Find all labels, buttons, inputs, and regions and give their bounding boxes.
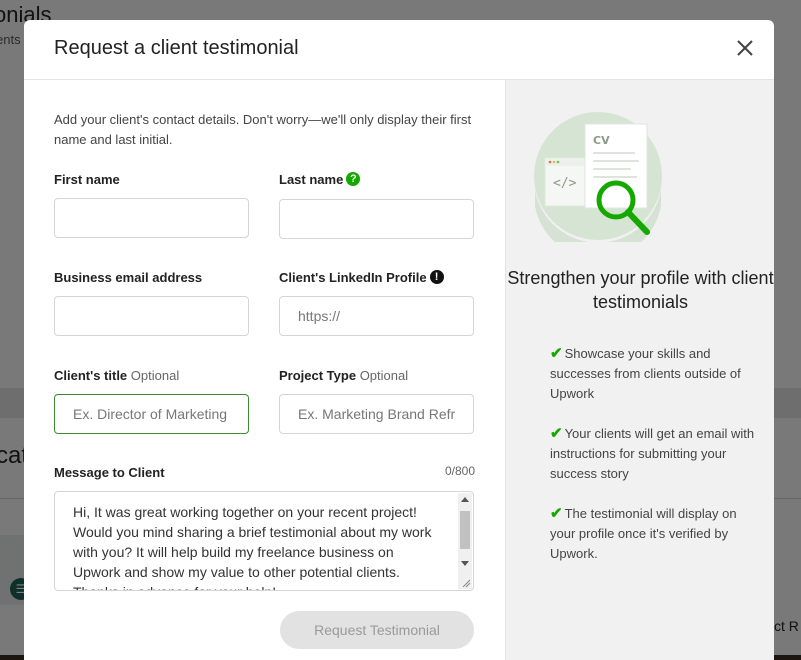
email-label-text: Business email address [54, 270, 203, 285]
linkedin-label-text: Client's LinkedIn Profile [279, 270, 427, 285]
scroll-down-arrow-icon[interactable] [461, 561, 469, 566]
last-name-input[interactable] [279, 199, 474, 239]
client-title-input[interactable] [54, 394, 249, 434]
message-scrollbar[interactable] [458, 493, 472, 589]
info-icon[interactable]: ! [429, 270, 444, 284]
svg-text:</>: </> [553, 176, 577, 191]
side-heading: Strengthen your profile with client test… [507, 268, 774, 312]
checkmark-icon: ✔ [550, 425, 563, 442]
first-name-label-text: First name [54, 172, 120, 187]
last-name-label-text: Last name [279, 172, 344, 187]
project-type-label: Project Type Optional [279, 368, 408, 383]
cv-search-illustration: </> CV [534, 112, 662, 242]
info-panel: </> CV Strengthen your profile with clie… [505, 80, 774, 660]
close-button[interactable] [732, 35, 758, 61]
intro-text: Add your client's contact details. Don't… [54, 112, 472, 147]
client-title-optional: Optional [130, 368, 180, 383]
resize-handle-icon[interactable] [462, 579, 471, 588]
request-testimonial-button[interactable]: Request Testimonial [280, 611, 474, 649]
testimonial-modal: Request a client testimonial Add your cl… [24, 20, 774, 660]
linkedin-label: Client's LinkedIn Profile! [279, 270, 444, 285]
linkedin-input[interactable] [279, 296, 474, 336]
benefit-item: ✔ The testimonial will display on your pr… [550, 504, 760, 564]
benefit-text: Your clients will get an email with inst… [550, 426, 755, 481]
project-type-label-text: Project Type [279, 368, 357, 383]
scrollbar-thumb[interactable] [460, 511, 470, 549]
email-label: Business email address [54, 270, 202, 285]
message-text: Hi, It was great working together on you… [73, 504, 432, 590]
message-label-text: Message to Client [54, 465, 165, 480]
project-type-input[interactable] [279, 394, 474, 434]
client-title-label-text: Client's title [54, 368, 128, 383]
help-icon[interactable]: ? [346, 172, 361, 186]
scroll-up-arrow-icon[interactable] [461, 497, 469, 502]
project-type-optional: Optional [359, 368, 409, 383]
character-counter: 0/800 [444, 464, 475, 478]
first-name-input[interactable] [54, 198, 249, 238]
benefits-list: ✔ Showcase your skills and successes from… [550, 344, 760, 584]
checkmark-icon: ✔ [550, 505, 563, 522]
last-name-label: Last name? [279, 172, 361, 187]
message-label: Message to Client [54, 465, 165, 480]
cv-label: CV [593, 134, 610, 147]
modal-header: Request a client testimonial [24, 20, 774, 80]
client-title-label: Client's title Optional [54, 368, 179, 383]
email-input[interactable] [54, 296, 249, 336]
benefit-item: ✔ Your clients will get an email with ins… [550, 424, 760, 484]
message-textarea[interactable]: Hi, It was great working together on you… [54, 491, 474, 591]
close-icon [737, 40, 753, 56]
benefit-item: ✔ Showcase your skills and successes from… [550, 344, 760, 404]
form-panel: Add your client's contact details. Don't… [24, 80, 505, 660]
checkmark-icon: ✔ [550, 345, 563, 362]
modal-title: Request a client testimonial [54, 37, 299, 59]
benefit-text: The testimonial will display on your pro… [550, 506, 737, 561]
benefit-text: Showcase your skills and successes from … [550, 346, 741, 401]
first-name-label: First name [54, 172, 120, 187]
